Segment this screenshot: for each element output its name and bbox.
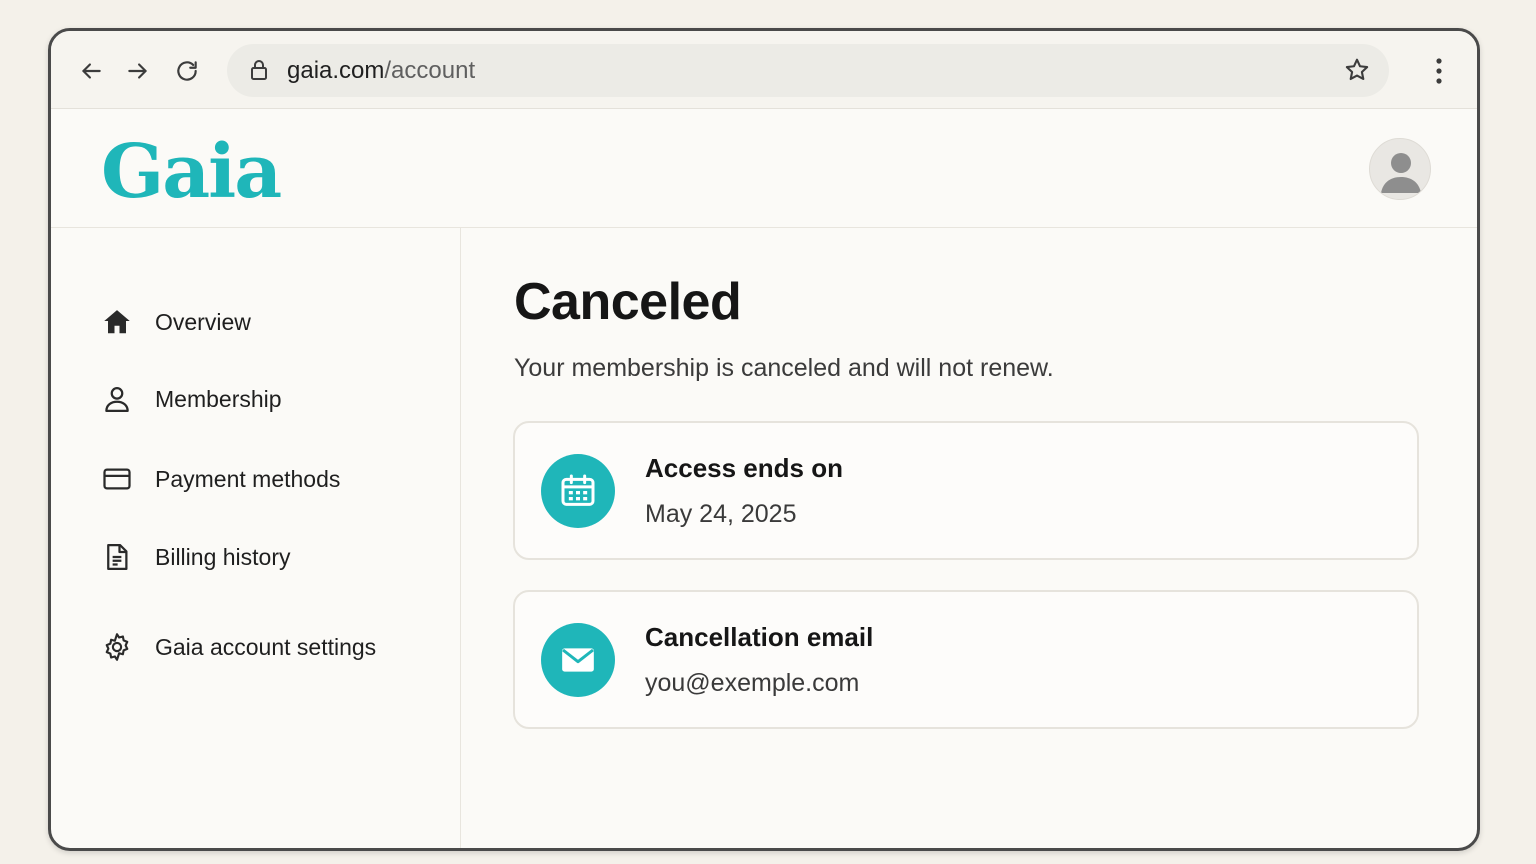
sidebar-item-billing-history[interactable]: Billing history	[101, 537, 291, 577]
sidebar: Overview Membership Payment methods Bill…	[51, 228, 461, 848]
status-message: Your membership is canceled and will not…	[514, 354, 1054, 382]
user-avatar-icon	[1381, 153, 1421, 193]
url-path: /account	[384, 57, 476, 84]
sidebar-item-label: Billing history	[155, 543, 291, 570]
bookmark-star-icon[interactable]	[1343, 56, 1371, 84]
main-content: Canceled Your membership is canceled and…	[462, 228, 1477, 848]
gaia-logo[interactable]: Gaia	[101, 127, 282, 217]
sidebar-item-label: Membership	[155, 385, 282, 412]
gear-icon	[101, 631, 133, 663]
card-title: Cancellation email	[645, 622, 874, 652]
site-header: Gaia	[51, 109, 1477, 228]
person-icon	[101, 383, 133, 415]
url-text[interactable]: gaia.com/account	[287, 56, 475, 86]
url-domain: gaia.com	[287, 57, 385, 84]
browser-menu-icon[interactable]	[1429, 55, 1449, 87]
browser-window: gaia.com/account Gaia Overview Membershi…	[48, 28, 1480, 851]
arrow-left-icon	[82, 63, 101, 79]
access-ends-card: Access ends on May 24, 2025	[513, 421, 1419, 560]
back-button[interactable]	[75, 55, 107, 87]
address-bar[interactable]: gaia.com/account	[227, 44, 1389, 97]
sidebar-item-label: Gaia account settings	[155, 633, 377, 660]
mail-badge	[541, 623, 615, 697]
calendar-icon	[561, 474, 595, 506]
cancellation-email-address: you@exemple.com	[645, 669, 860, 697]
reload-button[interactable]	[171, 55, 203, 87]
cancellation-email-card: Cancellation email you@exemple.com	[513, 590, 1419, 729]
browser-toolbar: gaia.com/account	[51, 31, 1477, 109]
lock-icon	[251, 60, 267, 80]
sidebar-item-label: Payment methods	[155, 465, 341, 492]
sidebar-item-overview[interactable]: Overview	[101, 302, 251, 342]
card-title: Access ends on	[645, 453, 843, 483]
sidebar-item-label: Overview	[155, 308, 251, 335]
page-title: Canceled	[514, 273, 742, 331]
home-icon	[101, 306, 133, 338]
calendar-badge	[541, 454, 615, 528]
sidebar-item-payment-methods[interactable]: Payment methods	[101, 459, 340, 499]
sidebar-item-account-settings[interactable]: Gaia account settings	[101, 627, 376, 667]
forward-button[interactable]	[122, 55, 154, 87]
document-icon	[101, 541, 133, 573]
avatar[interactable]	[1369, 138, 1431, 200]
sidebar-item-membership[interactable]: Membership	[101, 379, 282, 419]
access-end-date: May 24, 2025	[645, 500, 797, 528]
credit-card-icon	[101, 463, 133, 495]
reload-icon	[177, 61, 197, 81]
arrow-right-icon	[128, 63, 147, 79]
mail-icon	[562, 648, 594, 672]
